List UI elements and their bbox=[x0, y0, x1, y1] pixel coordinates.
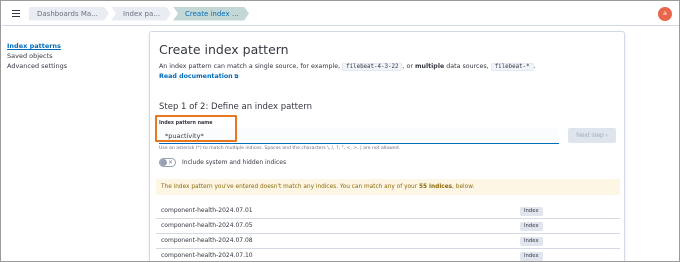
callout-text-1: The index pattern you've entered doesn't… bbox=[161, 184, 418, 190]
index-name: component-health-2024.07.01 bbox=[161, 207, 253, 214]
step-title: Step 1 of 2: Define an index pattern bbox=[159, 102, 312, 112]
index-name: component-health-2024.07.05 bbox=[161, 222, 253, 229]
breadcrumb-create-index-pattern: Create index pattern bbox=[173, 7, 249, 21]
next-step-label: Next step bbox=[576, 132, 604, 139]
callout-indices-count: 55 indices bbox=[418, 184, 453, 190]
external-link-icon: ⧉ bbox=[234, 74, 239, 80]
sidebar-item-saved-objects[interactable]: Saved objects bbox=[7, 51, 137, 61]
read-documentation-link[interactable]: Read documentation ⧉ bbox=[159, 73, 238, 80]
desc-text-1: An index pattern can match a single sour… bbox=[159, 63, 341, 70]
example-multiple-sources: filebeat-* bbox=[490, 63, 534, 71]
page-description: An index pattern can match a single sour… bbox=[159, 62, 536, 72]
sidebar-item-advanced-settings[interactable]: Advanced settings bbox=[7, 61, 137, 71]
callout-text-2: , below. bbox=[452, 184, 475, 190]
no-match-callout: The index pattern you've entered doesn't… bbox=[156, 179, 620, 195]
index-badge: Index bbox=[520, 207, 543, 216]
breadcrumb: Dashboards Ma... Index patterns Create i… bbox=[29, 7, 251, 21]
main-panel: Create index pattern An index pattern ca… bbox=[149, 31, 625, 261]
table-row: component-health-2024.07.05 Index bbox=[156, 219, 620, 234]
desc-bold-multiple: multiple bbox=[414, 63, 445, 70]
index-badge: Index bbox=[520, 237, 543, 246]
sidebar: Index patterns Saved objects Advanced se… bbox=[7, 41, 137, 71]
read-documentation-label: Read documentation bbox=[159, 73, 233, 80]
toggle-knob bbox=[160, 159, 167, 166]
desc-text-2: , or bbox=[402, 63, 413, 70]
table-row: component-health-2024.07.10 Index bbox=[156, 249, 620, 261]
cross-icon: × bbox=[167, 159, 173, 166]
desc-text-end: . bbox=[533, 63, 536, 70]
table-row: component-health-2024.07.08 Index bbox=[156, 234, 620, 249]
chevron-right-icon: › bbox=[605, 132, 608, 139]
user-avatar[interactable]: a bbox=[658, 7, 672, 21]
menu-icon[interactable] bbox=[7, 5, 25, 23]
include-hidden-indices-toggle[interactable]: × bbox=[159, 158, 176, 167]
index-badge: Index bbox=[520, 252, 543, 261]
index-badge: Index bbox=[520, 222, 543, 231]
include-hidden-indices-label: Include system and hidden indices bbox=[182, 159, 287, 166]
index-pattern-name-label: Index pattern name bbox=[159, 121, 213, 126]
app-frame: Dashboards Ma... Index patterns Create i… bbox=[0, 0, 680, 262]
index-name: component-health-2024.07.08 bbox=[161, 237, 253, 244]
breadcrumb-dashboards-management[interactable]: Dashboards Ma... bbox=[29, 7, 109, 21]
next-step-button[interactable]: Next step › bbox=[568, 128, 616, 143]
top-header: Dashboards Ma... Index patterns Create i… bbox=[2, 2, 679, 26]
index-pattern-help-text: Use an asterisk (*) to match multiple in… bbox=[159, 146, 401, 151]
example-single-source: filebeat-4-3-22 bbox=[342, 63, 403, 71]
desc-text-3: data sources, bbox=[446, 63, 489, 70]
table-row: component-health-2024.07.01 Index bbox=[156, 204, 620, 219]
page-title: Create index pattern bbox=[159, 42, 289, 57]
sidebar-item-index-patterns[interactable]: Index patterns bbox=[7, 41, 137, 51]
index-pattern-name-input[interactable] bbox=[159, 128, 559, 144]
breadcrumb-index-patterns[interactable]: Index patterns bbox=[111, 7, 171, 21]
index-name: component-health-2024.07.10 bbox=[161, 252, 253, 259]
